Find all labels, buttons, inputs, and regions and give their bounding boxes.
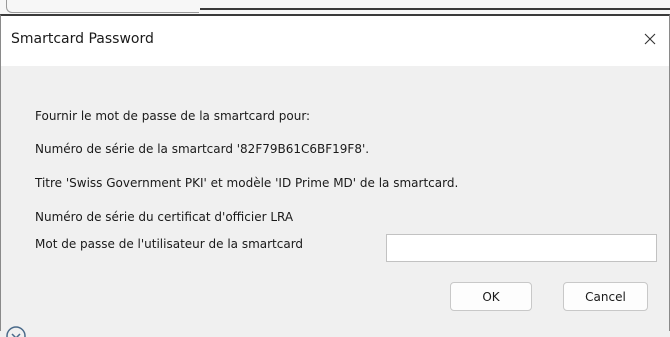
background-window-border [6,0,199,13]
background-window-divider [200,8,670,10]
close-icon [644,33,656,45]
chevron-circle-icon [5,325,27,337]
close-button[interactable] [635,24,665,54]
password-label: Mot de passe de l'utilisateur de la smar… [35,237,304,251]
prompt-intro-text: Fournir le mot de passe de la smartcard … [35,109,311,123]
password-input[interactable] [386,234,657,262]
lra-certificate-serial-text: Numéro de série du certificat d'officier… [35,210,294,224]
dialog-titlebar: Smartcard Password [1,16,669,66]
background-window-edge [0,0,670,14]
card-title-model-text: Titre 'Swiss Government PKI' et modèle '… [35,176,459,190]
dialog-title: Smartcard Password [11,31,154,47]
ok-button[interactable]: OK [450,282,532,311]
smartcard-password-dialog: Smartcard Password Fournir le mot de pas… [0,14,670,337]
dialog-content: Fournir le mot de passe de la smartcard … [1,66,669,337]
cancel-button[interactable]: Cancel [563,282,648,311]
card-serial-text: Numéro de série de la smartcard '82F79B6… [35,142,370,156]
